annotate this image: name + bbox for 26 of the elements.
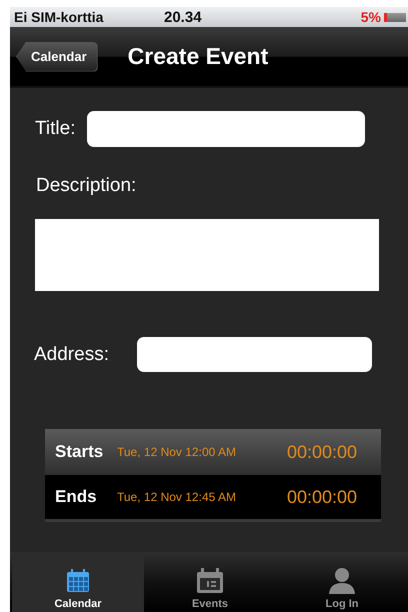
duration-text: 00:00:00: [287, 486, 358, 508]
schedule-row[interactable]: Ends Tue, 12 Nov 12:45 AM 00:00:00: [45, 475, 381, 519]
date-text: Tue, 12 Nov 12:00 AM: [117, 445, 237, 459]
duration-text: 00:00:00: [287, 442, 358, 462]
row-label: Ends: [55, 487, 98, 507]
battery-icon: [384, 12, 406, 22]
row-label: Starts: [55, 442, 104, 462]
date-text: Tue, 12 Nov 12:45 AM: [117, 490, 237, 504]
calendar-page-icon: [195, 567, 225, 594]
tab[interactable]: Log In: [276, 554, 408, 612]
carrier-label: Ei SIM-korttia: [14, 9, 104, 25]
description-field[interactable]: [35, 219, 379, 291]
time-label: 20.34: [164, 8, 203, 26]
field-label: Description:: [36, 175, 138, 197]
screen-title: Create Event: [128, 43, 268, 70]
tab[interactable]: Events: [144, 554, 276, 612]
title-field[interactable]: [87, 111, 366, 147]
field-label: Title:: [35, 118, 76, 140]
schedule-row[interactable]: Starts Tue, 12 Nov 12:00 AM 00:00:00: [45, 429, 381, 475]
tab[interactable]: Calendar: [12, 554, 144, 612]
person-icon: [327, 567, 357, 594]
address-field[interactable]: [136, 337, 372, 372]
calendar-icon: [64, 567, 92, 594]
back-button[interactable]: Calendar: [16, 42, 98, 72]
field-label: Address:: [34, 344, 109, 366]
battery-percent: 5%: [360, 9, 381, 25]
